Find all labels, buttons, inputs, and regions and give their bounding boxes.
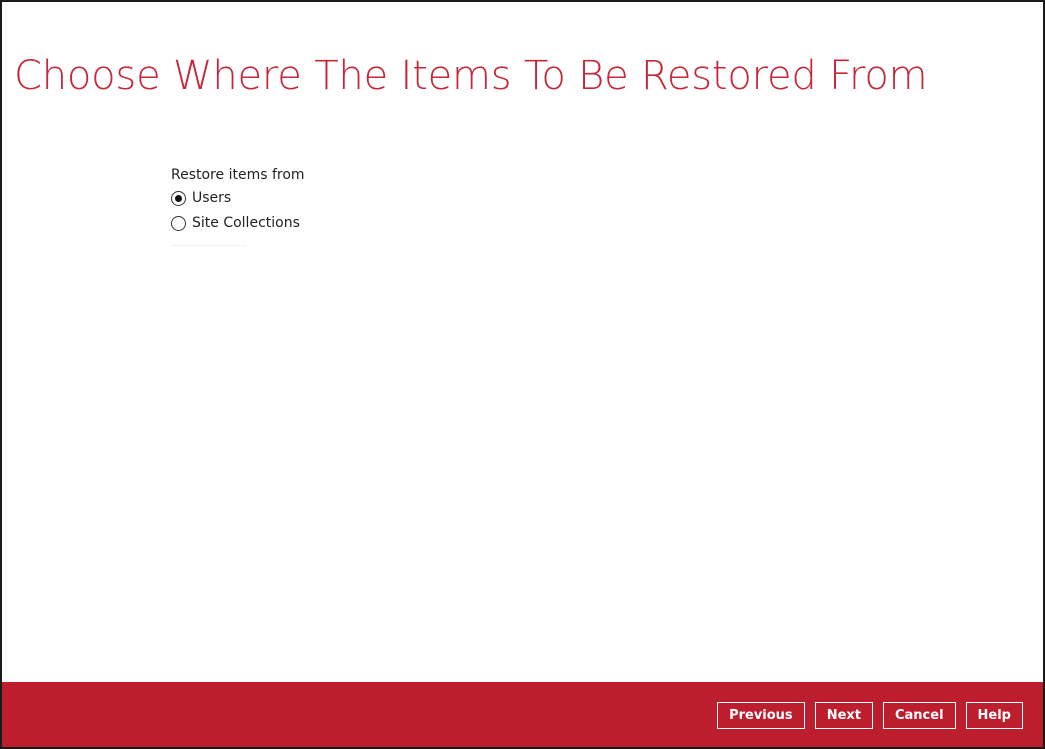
radio-label-site-collections[interactable]: Site Collections	[192, 211, 300, 236]
next-button[interactable]: Next	[814, 702, 873, 729]
radio-option-site-collections[interactable]: Site Collections	[171, 211, 305, 236]
restore-wizard-window: Choose Where The Items To Be Restored Fr…	[0, 0, 1045, 749]
cancel-button[interactable]: Cancel	[882, 702, 956, 729]
radio-label-users[interactable]: Users	[192, 186, 231, 211]
footer-button-group: Previous Next Cancel Help	[717, 702, 1023, 729]
divider	[171, 245, 246, 246]
help-button[interactable]: Help	[965, 702, 1023, 729]
radio-option-users[interactable]: Users	[171, 186, 305, 211]
footer-bar: Previous Next Cancel Help	[2, 682, 1043, 747]
previous-button[interactable]: Previous	[717, 702, 805, 729]
restore-source-label: Restore items from	[171, 167, 305, 183]
radio-button-site-collections[interactable]	[171, 216, 186, 231]
radio-button-users[interactable]	[171, 191, 186, 206]
page-title: Choose Where The Items To Be Restored Fr…	[14, 53, 928, 99]
restore-source-group: Restore items from Users Site Collection…	[171, 164, 305, 236]
